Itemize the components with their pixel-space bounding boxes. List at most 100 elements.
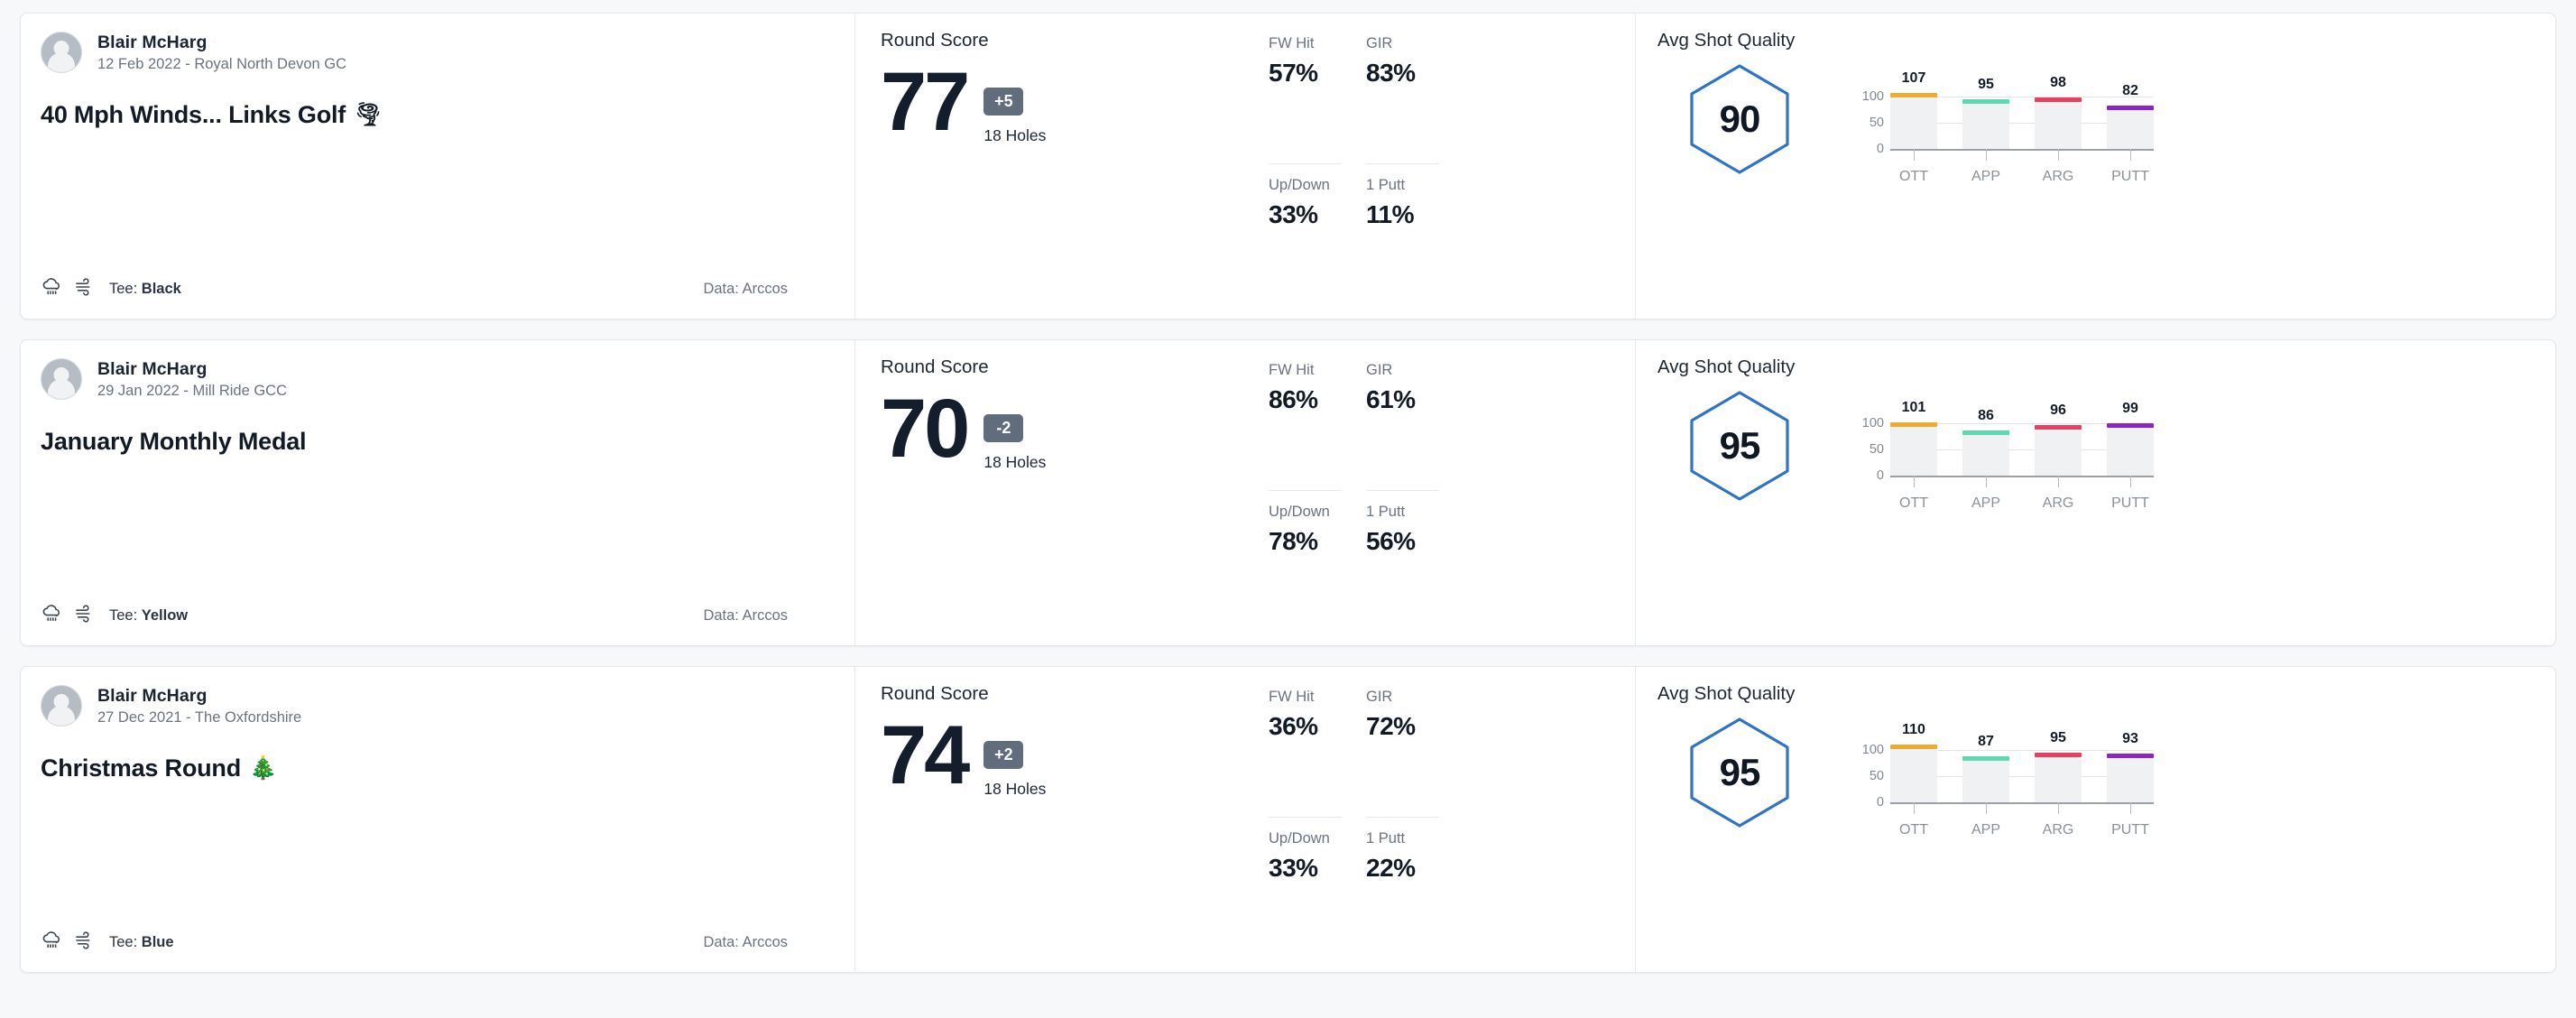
chart-bars: 110 OTT 87 APP 95 ARG 93 PUTT <box>1890 722 2154 838</box>
round-card[interactable]: Blair McHarg 12 Feb 2022 - Royal North D… <box>20 13 2556 319</box>
shot-quality-bar-chart: 100 50 0 101 OTT 86 APP 96 ARG 99 PUTT <box>1856 394 2154 512</box>
chart-x-tick <box>2130 149 2131 161</box>
stat-gir: GIR 72% <box>1366 689 1439 818</box>
chart-bar <box>1890 422 1937 476</box>
data-source-label: Data: Arccos <box>703 281 788 297</box>
stat-up-down-value: 78% <box>1269 526 1318 555</box>
data-source-label: Data: Arccos <box>703 607 788 624</box>
avg-shot-quality-label: Avg Shot Quality <box>1657 356 1796 377</box>
stat-up-down-label: Up/Down <box>1269 503 1330 520</box>
chart-bar-cap <box>1890 744 1937 749</box>
avg-shot-quality-label: Avg Shot Quality <box>1657 683 1796 704</box>
round-conditions: Tee: Yellow <box>41 603 188 629</box>
chart-bar-cap <box>1890 92 1937 97</box>
chart-x-tick-label: ARG <box>2042 169 2074 184</box>
score-panel: Round Score 70 -2 18 Holes FW Hit 86% GI… <box>855 340 1636 645</box>
stat-up-down: Up/Down 78% <box>1269 504 1342 632</box>
avatar-body-shape <box>48 706 75 726</box>
chart-bar-cap <box>2035 752 2082 757</box>
chart-x-tick <box>1914 802 1915 814</box>
chart-x-tick-label: APP <box>1971 169 2000 184</box>
chart-bar-column[interactable]: 82 PUTT <box>2107 83 2154 184</box>
tee-prefix: Tee: <box>109 607 142 624</box>
shot-quality-hexagon: 90 <box>1667 64 1813 174</box>
round-identity-panel: Blair McHarg 27 Dec 2021 - The Oxfordshi… <box>21 667 855 972</box>
round-title: January Monthly Medal <box>41 428 824 456</box>
round-identity-panel: Blair McHarg 12 Feb 2022 - Royal North D… <box>21 14 855 319</box>
chart-x-tick-label: OTT <box>1899 169 1928 184</box>
round-score-value: 77 <box>881 56 970 148</box>
chart-bar <box>2107 423 2154 476</box>
player-header: Blair McHarg 29 Jan 2022 - Mill Ride GCC <box>41 358 824 400</box>
chart-bar-cap <box>1962 98 2009 104</box>
round-score-block: Round Score 74 +2 18 Holes <box>881 683 1269 958</box>
chart-bar-column[interactable]: 87 APP <box>1962 734 2009 838</box>
avg-shot-quality-label: Avg Shot Quality <box>1657 30 1796 51</box>
player-name: Blair McHarg <box>97 358 208 379</box>
stat-up-down: Up/Down 33% <box>1269 830 1342 958</box>
rain-cloud-icon <box>41 603 63 629</box>
tee-prefix: Tee: <box>109 934 142 950</box>
shot-quality-panel: Avg Shot Quality 95 100 50 0 110 OTT 87 APP 95 A… <box>1636 667 2555 972</box>
round-card[interactable]: Blair McHarg 29 Jan 2022 - Mill Ride GCC… <box>20 339 2556 646</box>
stat-up-down-value: 33% <box>1269 853 1318 882</box>
chart-bar-column[interactable]: 98 ARG <box>2035 75 2082 184</box>
chart-bar-column[interactable]: 107 OTT <box>1890 70 1937 184</box>
round-date-course: 27 Dec 2021 - The Oxfordshire <box>97 708 302 726</box>
chart-bar <box>1962 98 2009 149</box>
round-score-value: 70 <box>881 383 970 475</box>
chart-plot-area: 100 50 0 107 OTT 95 APP 98 ARG 82 PUTT <box>1862 70 2154 184</box>
chart-bar-column[interactable]: 93 PUTT <box>2107 731 2154 838</box>
chart-bar <box>2107 106 2154 149</box>
chart-x-tick-label: PUTT <box>2111 495 2149 511</box>
chart-bar-cap <box>1890 422 1937 428</box>
chart-bar <box>1962 430 2009 476</box>
round-date-course: 12 Feb 2022 - Royal North Devon GC <box>97 55 347 72</box>
chart-bar <box>1890 744 1937 802</box>
rain-cloud-icon <box>41 930 63 956</box>
chart-bar-column[interactable]: 110 OTT <box>1890 722 1937 838</box>
score-panel: Round Score 77 +5 18 Holes FW Hit 57% GI… <box>855 14 1636 319</box>
chart-bar-column[interactable]: 86 APP <box>1962 408 2009 511</box>
chart-axis-line <box>1890 149 2154 151</box>
chart-x-tick-label: APP <box>1971 495 2000 511</box>
chart-bar-column[interactable]: 101 OTT <box>1890 400 1937 511</box>
tee-color-value: Black <box>141 281 181 297</box>
chart-bar-column[interactable]: 95 ARG <box>2035 730 2082 838</box>
stat-up-down-label: Up/Down <box>1269 829 1330 847</box>
round-title: Christmas Round 🎄 <box>41 754 824 782</box>
chart-bar-column[interactable]: 99 PUTT <box>2107 401 2154 511</box>
chart-x-tick <box>1914 149 1915 161</box>
chart-y-tick-label: 100 <box>1861 415 1884 430</box>
round-title-text: Christmas Round <box>41 754 242 782</box>
stat-up-down-label: Up/Down <box>1269 176 1330 193</box>
chart-bar-column[interactable]: 95 APP <box>1962 77 2009 184</box>
chart-x-tick <box>1986 476 1987 487</box>
stat-gir-value: 61% <box>1366 385 1416 413</box>
stat-gir-value: 83% <box>1366 59 1416 87</box>
to-par-badge: +2 <box>983 741 1024 769</box>
chart-bar-column[interactable]: 96 ARG <box>2035 403 2082 511</box>
score-panel: Round Score 74 +2 18 Holes FW Hit 36% GI… <box>855 667 1636 972</box>
shot-quality-panel: Avg Shot Quality 95 100 50 0 101 OTT 86 APP 96 A… <box>1636 340 2555 645</box>
stat-gir-label: GIR <box>1366 35 1393 51</box>
chart-y-tick-label: 100 <box>1861 742 1884 757</box>
chart-y-tick-label: 0 <box>1876 468 1884 483</box>
round-card[interactable]: Blair McHarg 27 Dec 2021 - The Oxfordshi… <box>20 666 2556 973</box>
chart-x-tick <box>2130 802 2131 814</box>
stat-one-putt: 1 Putt 56% <box>1366 504 1439 632</box>
avatar <box>41 685 82 726</box>
chart-x-tick-label: ARG <box>2042 822 2074 838</box>
chart-bar-value-label: 87 <box>1978 734 1994 750</box>
stat-gir: GIR 61% <box>1366 362 1439 491</box>
round-title-emoji: 🌪 <box>354 102 383 127</box>
stat-fw-hit-label: FW Hit <box>1269 689 1315 705</box>
chart-x-tick <box>2130 476 2131 487</box>
chart-bar-value-label: 86 <box>1978 407 1994 423</box>
player-name: Blair McHarg <box>97 32 208 52</box>
chart-plot-area: 100 50 0 101 OTT 86 APP 96 ARG 99 PUTT <box>1862 400 2154 511</box>
chart-y-tick-label: 50 <box>1869 115 1884 130</box>
stat-one-putt-label: 1 Putt <box>1366 829 1406 847</box>
chart-y-tick-label: 50 <box>1869 441 1884 457</box>
round-score-block: Round Score 77 +5 18 Holes <box>881 30 1269 304</box>
